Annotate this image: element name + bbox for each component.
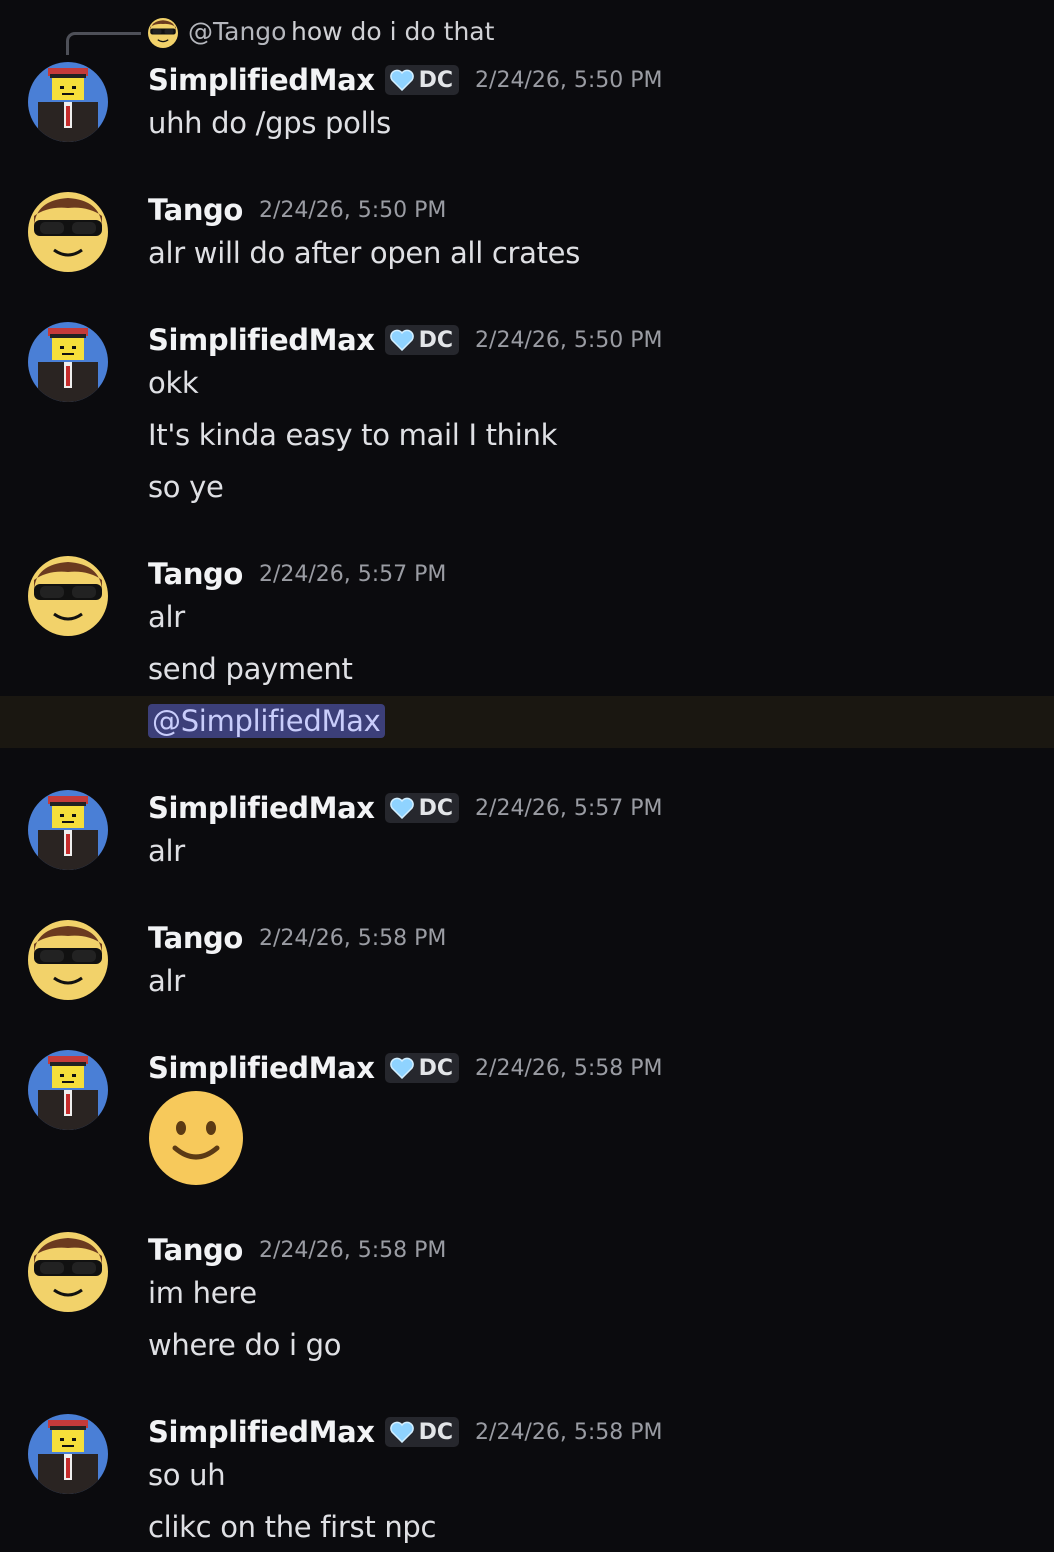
slightly-smiling-face-icon[interactable] [148,1090,244,1186]
simplifiedmax-avatar-icon[interactable] [28,62,108,142]
message-text: alr [148,964,185,998]
heart-icon [389,1421,415,1443]
message-author[interactable]: Tango [148,193,243,227]
message-timestamp[interactable]: 2/24/26, 5:58 PM [259,926,446,951]
simplifiedmax-avatar-icon[interactable] [28,1050,108,1130]
server-tag-label: DC [418,67,454,93]
message-timestamp[interactable]: 2/24/26, 5:57 PM [475,796,662,821]
reply-preview-text[interactable]: how do i do that [291,17,494,46]
reply-mention-name[interactable]: @Tango [188,17,286,46]
message-text: im here [148,1276,257,1310]
simplifiedmax-avatar-icon[interactable] [28,790,108,870]
server-tag-label: DC [418,795,454,821]
message-text: so uh [148,1458,226,1492]
server-tag[interactable]: DC [384,65,460,95]
server-tag[interactable]: DC [384,325,460,355]
message-timestamp[interactable]: 2/24/26, 5:50 PM [475,328,662,353]
message-author[interactable]: SimplifiedMax [148,1415,375,1449]
tango-avatar-icon[interactable] [28,920,108,1000]
chat-log: @Tango how do i do that SimplifiedMax DC… [0,0,1054,1552]
reply-reference[interactable]: @Tango how do i do that [0,0,1054,60]
message-timestamp[interactable]: 2/24/26, 5:58 PM [475,1056,662,1081]
message-timestamp[interactable]: 2/24/26, 5:58 PM [259,1238,446,1263]
message-author[interactable]: Tango [148,921,243,955]
server-tag-label: DC [418,1055,454,1081]
server-tag[interactable]: DC [384,1417,460,1447]
reply-connector-line [66,32,141,55]
message-text: send payment [148,652,353,686]
message-timestamp[interactable]: 2/24/26, 5:58 PM [475,1420,662,1445]
message-author[interactable]: SimplifiedMax [148,791,375,825]
server-tag[interactable]: DC [384,793,460,823]
message-text: uhh do /gps polls [148,106,391,140]
message-timestamp[interactable]: 2/24/26, 5:50 PM [475,68,662,93]
message-text: where do i go [148,1328,342,1362]
user-mention[interactable]: @SimplifiedMax [148,704,385,738]
simplifiedmax-avatar-icon[interactable] [28,322,108,402]
heart-icon [389,1057,415,1079]
message-timestamp[interactable]: 2/24/26, 5:50 PM [259,198,446,223]
tango-avatar-icon[interactable] [28,556,108,636]
server-tag-label: DC [418,327,454,353]
message-timestamp[interactable]: 2/24/26, 5:57 PM [259,562,446,587]
message-author[interactable]: SimplifiedMax [148,323,375,357]
message-author[interactable]: Tango [148,1233,243,1267]
simplifiedmax-avatar-icon[interactable] [28,1414,108,1494]
heart-icon [389,69,415,91]
message-author[interactable]: SimplifiedMax [148,1051,375,1085]
message-author[interactable]: Tango [148,557,243,591]
message-text: clikc on the first npc [148,1510,437,1544]
message-text: alr will do after open all crates [148,236,581,270]
message-text: It's kinda easy to mail I think [148,418,558,452]
message-text: okk [148,366,199,400]
heart-icon [389,329,415,351]
message-text: alr [148,600,185,634]
tango-avatar-icon[interactable] [28,1232,108,1312]
message-text: so ye [148,470,224,504]
message-text: @SimplifiedMax [148,704,385,738]
tango-avatar-icon[interactable] [148,18,178,48]
tango-avatar-icon[interactable] [28,192,108,272]
server-tag-label: DC [418,1419,454,1445]
heart-icon [389,797,415,819]
message-text: alr [148,834,185,868]
message-author[interactable]: SimplifiedMax [148,63,375,97]
server-tag[interactable]: DC [384,1053,460,1083]
